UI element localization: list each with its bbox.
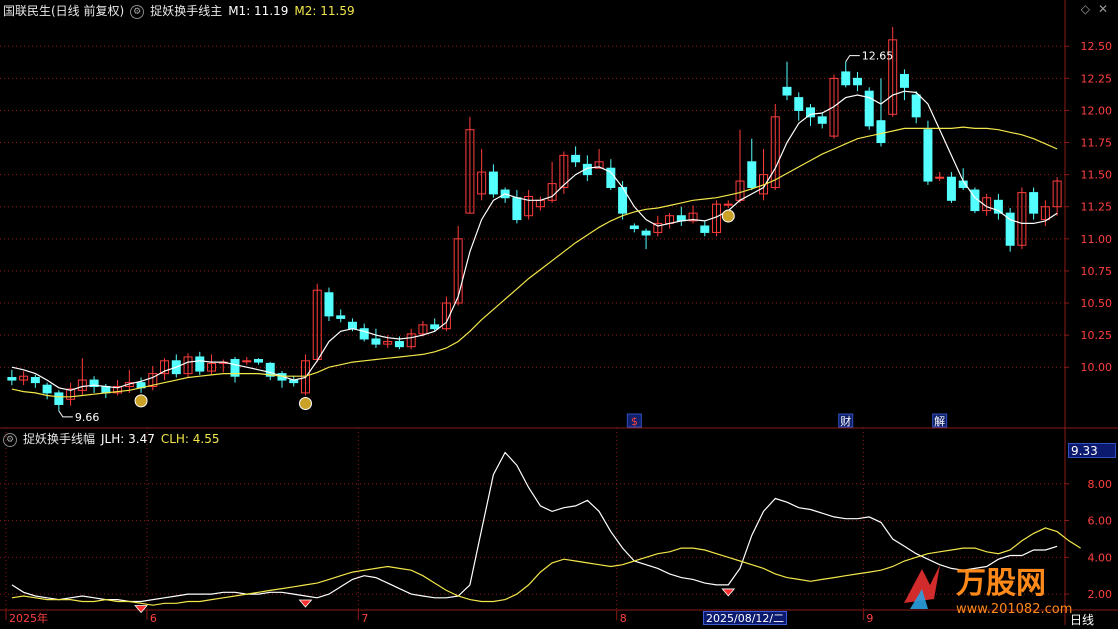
money-bag-icon[interactable] (721, 209, 735, 223)
candle-body[interactable] (242, 360, 252, 363)
main-y-tick-label: 12.50 (1081, 40, 1113, 53)
watermark-text: 万股网 (956, 566, 1046, 601)
candle-body[interactable] (1029, 192, 1039, 214)
main-y-tick-label: 11.50 (1081, 169, 1113, 182)
x-tick-label: 2025年 (9, 611, 48, 625)
sub-header: ⚙ 捉妖换手线幅 JLH: 3.47 CLH: 4.55 (3, 430, 226, 447)
candle-body[interactable] (336, 315, 346, 319)
money-bag-icon[interactable] (134, 394, 148, 408)
candle-body[interactable] (911, 94, 921, 118)
candle-body[interactable] (935, 176, 945, 179)
main-y-tick-label: 10.50 (1081, 297, 1113, 310)
main-y-tick-label: 11.25 (1081, 201, 1113, 214)
money-bag-icon[interactable] (298, 396, 312, 410)
candle-body[interactable] (723, 203, 733, 206)
x-tick-label: 7 (361, 612, 368, 625)
x-icon[interactable]: ✕ (1098, 2, 1108, 16)
candle-body[interactable] (347, 321, 357, 330)
low-annotation-label: 9.66 (75, 411, 100, 424)
candle-body[interactable] (852, 77, 862, 86)
candle-body[interactable] (195, 356, 205, 372)
kline-chart[interactable]: 12.65 9.66 $ 财 解 10.00 10.25 10.50 10.75 11.00 11… (0, 0, 1118, 625)
x-tick-label: 9 (866, 612, 873, 625)
crosshair-value-box: 9.33 (1068, 443, 1116, 458)
main-y-tick-label: 10.75 (1081, 265, 1113, 278)
candle-body[interactable] (700, 225, 710, 233)
candle-body[interactable] (488, 171, 498, 195)
candle-body[interactable] (923, 129, 933, 182)
candle-body[interactable] (629, 225, 639, 230)
candle-body[interactable] (30, 376, 40, 384)
watermark-logo: 万股网 www.201082.com (904, 565, 1072, 617)
candle-body[interactable] (54, 392, 64, 405)
corner-controls: ◇ ✕ (1073, 2, 1108, 16)
diamond-icon[interactable]: ◇ (1081, 2, 1090, 16)
candle-body[interactable] (747, 161, 757, 188)
candle-body[interactable] (817, 116, 827, 124)
high-annotation-label: 12.65 (862, 50, 894, 63)
candle-body[interactable] (430, 324, 440, 330)
candle-body[interactable] (899, 73, 909, 88)
crosshair-date-box: 2025/08/12/二 (703, 611, 788, 625)
candle-body[interactable] (101, 385, 111, 394)
settings-icon[interactable]: ⚙ (3, 432, 17, 447)
m1-value: M1: 11.19 (228, 4, 289, 18)
chart-stage: 12.65 9.66 $ 财 解 10.00 10.25 10.50 10.75 11.00 11… (0, 0, 1118, 627)
candle-body[interactable] (794, 97, 804, 111)
stock-title[interactable]: 国联民生(日线 前复权) (3, 4, 124, 18)
main-y-tick-label: 10.25 (1081, 329, 1113, 342)
candle-body[interactable] (782, 86, 792, 96)
candle-body[interactable] (371, 338, 381, 345)
main-indicator-name[interactable]: 捉妖换手线主 (150, 4, 222, 18)
main-y-tick-label: 11.75 (1081, 137, 1113, 150)
main-y-tick-label: 10.00 (1081, 361, 1113, 374)
candle-body[interactable] (254, 359, 263, 363)
x-tick-label: 6 (150, 612, 157, 625)
candle-body[interactable] (841, 71, 851, 86)
event-marker-label[interactable]: 解 (934, 414, 945, 428)
main-y-tick-label: 12.00 (1081, 104, 1113, 117)
candle-body[interactable] (7, 376, 17, 381)
event-marker-label[interactable]: 财 (840, 414, 851, 428)
candle-body[interactable] (946, 176, 956, 201)
candle-body[interactable] (806, 107, 815, 118)
sub-y-tick-label: 6.00 (1088, 515, 1113, 528)
candle-body[interactable] (571, 154, 581, 163)
candle-body[interactable] (641, 230, 651, 236)
settings-icon[interactable]: ⚙ (130, 4, 145, 19)
x-tick-label: 8 (620, 612, 627, 625)
m2-value: M2: 11.59 (294, 4, 355, 18)
candle-body[interactable] (512, 197, 522, 221)
candle-body[interactable] (394, 341, 404, 348)
clh-value: CLH: 4.55 (160, 432, 220, 446)
jlh-value: JLH: 3.47 (101, 432, 155, 446)
main-y-tick-label: 11.00 (1081, 233, 1113, 246)
candle-body[interactable] (42, 384, 52, 394)
watermark-url: www.201082.com (956, 602, 1072, 617)
main-header: 国联民生(日线 前复权) ⚙ 捉妖换手线主 M1: 11.19 M2: 11.59 (3, 2, 361, 19)
sub-indicator-name[interactable]: 捉妖换手线幅 (23, 432, 95, 446)
candle-body[interactable] (324, 292, 334, 317)
event-marker-label[interactable]: $ (631, 415, 638, 428)
sub-y-tick-label: 8.00 (1088, 478, 1113, 491)
main-y-tick-label: 12.25 (1081, 72, 1113, 85)
candle-body[interactable] (876, 120, 886, 144)
